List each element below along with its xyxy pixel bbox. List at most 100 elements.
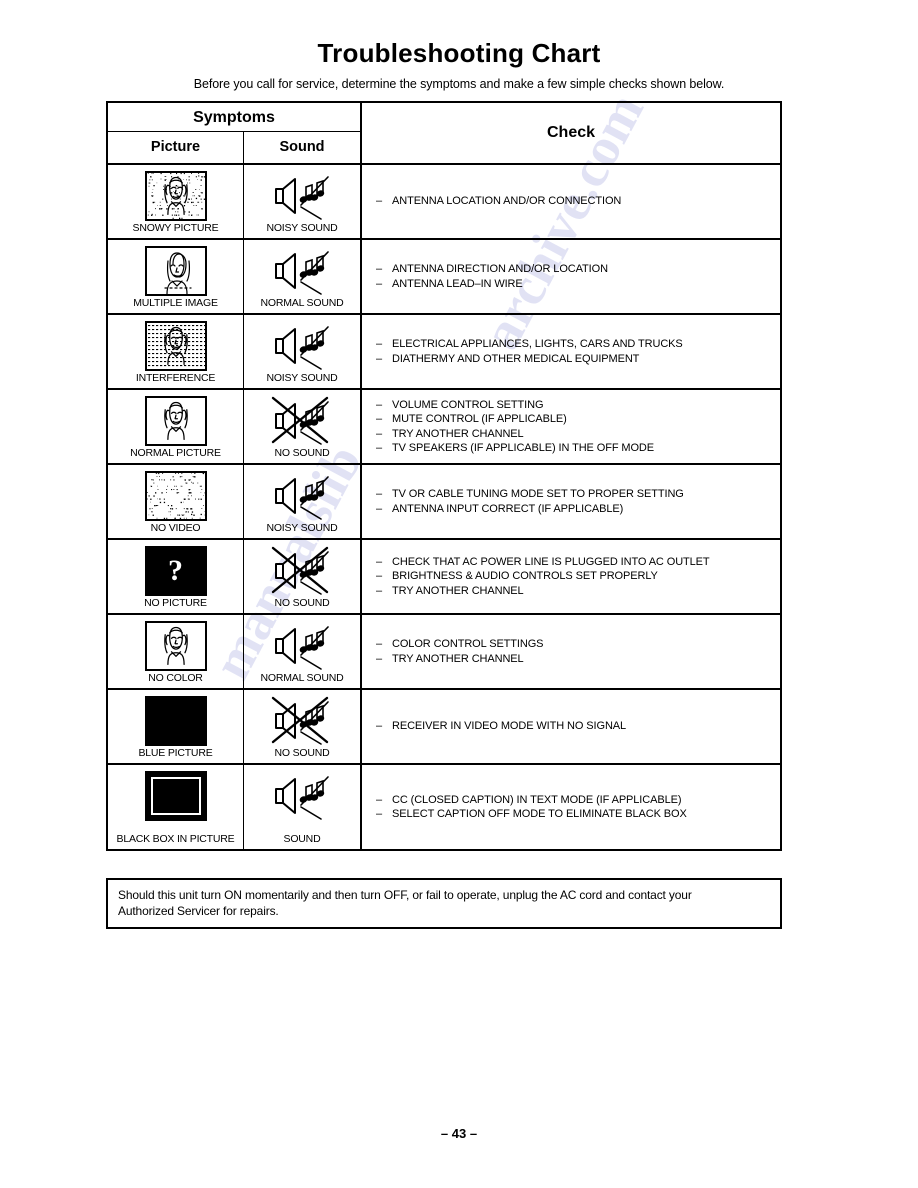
sound-symptom-label: NORMAL SOUND (260, 672, 344, 684)
check-item-text: ELECTRICAL APPLIANCES, LIGHTS, CARS AND … (392, 338, 683, 350)
bullet-dash-icon: – (376, 277, 383, 290)
check-item-text: BRIGHTNESS & AUDIO CONTROLS SET PROPERLY (392, 570, 658, 583)
tv-question-mark-icon: ? (144, 546, 207, 596)
bullet-dash-icon: – (376, 413, 383, 425)
picture-symptom-label: MULTIPLE IMAGE (133, 297, 218, 309)
page-subtitle: Before you call for service, determine t… (193, 77, 725, 91)
sound-symptom-label: NOISY SOUND (266, 222, 338, 234)
check-item-text: ANTENNA LOCATION AND/OR CONNECTION (392, 195, 622, 208)
check-item: – DIATHERMY AND OTHER MEDICAL EQUIPMENT (376, 352, 780, 367)
document-page: archive.com manualslib Troubleshooting C… (0, 0, 918, 1188)
page-number: – 43 – (440, 1126, 478, 1141)
table-row: SNOWY PICTURE NOISY SOUND – ANTENNA LOCATIO… (108, 163, 780, 238)
picture-symptom-label: BLACK BOX IN PICTURE (116, 833, 235, 845)
bullet-dash-icon: – (376, 502, 383, 515)
check-item: – SELECT CAPTION OFF MODE TO ELIMINATE BL… (376, 807, 780, 822)
picture-symptom-label: NO PICTURE (144, 597, 207, 609)
tv-blank-screen-icon (144, 696, 207, 746)
check-item-text: TRY ANOTHER CHANNEL (392, 652, 524, 665)
bullet-dash-icon: – (376, 652, 383, 665)
bullet-dash-icon: – (376, 442, 383, 454)
check-cell: – TV OR CABLE TUNING MODE SET TO PROPER S… (362, 465, 780, 538)
bullet-dash-icon: – (376, 793, 383, 806)
check-item-text: RECEIVER IN VIDEO MODE WITH NO SIGNAL (392, 720, 627, 733)
check-item-text: COLOR CONTROL SETTINGS (392, 638, 544, 650)
bullet-dash-icon: – (376, 338, 383, 350)
check-item-text: ANTENNA DIRECTION AND/OR LOCATION (392, 263, 608, 275)
check-item: – TRY ANOTHER CHANNEL (376, 427, 780, 442)
bullet-dash-icon: – (376, 488, 383, 500)
sound-cell: NORMAL SOUND (244, 240, 362, 313)
table-row: NORMAL PICTURE NO SOUND – VOLUME CONTROL SE… (108, 388, 780, 463)
speaker-normal-icon (265, 246, 339, 296)
check-item: – ANTENNA INPUT CORRECT (IF APPLICABLE) (376, 502, 780, 517)
picture-symptom-label: SNOWY PICTURE (132, 222, 219, 234)
sound-symptom-label: SOUND (283, 833, 321, 845)
symptoms-header: Symptoms (108, 103, 360, 132)
table-header: Symptoms Picture Sound Check (108, 103, 780, 163)
picture-symptom-label: NO VIDEO (150, 522, 201, 534)
service-note-line-2: Authorized Servicer for repairs. (118, 904, 279, 918)
picture-cell: BLUE PICTURE (108, 690, 244, 763)
picture-symptom-label: BLUE PICTURE (138, 747, 213, 759)
tv-ghost-face-icon (144, 246, 207, 296)
bullet-dash-icon: – (376, 638, 383, 650)
speaker-normal-icon (265, 621, 339, 671)
picture-cell: NO VIDEO (108, 465, 244, 538)
check-item-text: TRY ANOTHER CHANNEL (392, 584, 524, 597)
check-item: – MUTE CONTROL (IF APPLICABLE) (376, 412, 780, 427)
speaker-muted-icon (265, 546, 339, 596)
check-item-text: CC (CLOSED CAPTION) IN TEXT MODE (IF APP… (392, 793, 682, 806)
check-item-text: DIATHERMY AND OTHER MEDICAL EQUIPMENT (392, 352, 640, 365)
picture-cell: NO COLOR (108, 615, 244, 688)
tv-normal-face-icon (144, 396, 207, 446)
sound-column-header: Sound (279, 139, 325, 155)
check-item-text: TV SPEAKERS (IF APPLICABLE) IN THE OFF M… (392, 442, 654, 454)
speaker-normal-icon (265, 771, 339, 821)
check-item: – RECEIVER IN VIDEO MODE WITH NO SIGNAL (376, 719, 780, 734)
check-item: – ELECTRICAL APPLIANCES, LIGHTS, CARS AND… (376, 337, 780, 352)
sound-symptom-label: NO SOUND (274, 597, 330, 609)
check-cell: – ELECTRICAL APPLIANCES, LIGHTS, CARS AND… (362, 315, 780, 388)
check-item-text: VOLUME CONTROL SETTING (392, 398, 544, 411)
check-item: – ANTENNA LOCATION AND/OR CONNECTION (376, 194, 780, 209)
speaker-noisy-icon (265, 471, 339, 521)
check-item: – COLOR CONTROL SETTINGS (376, 637, 780, 652)
check-cell: – VOLUME CONTROL SETTING – MUTE CONTROL (IF… (362, 390, 780, 463)
sound-cell: NORMAL SOUND (244, 615, 362, 688)
bullet-dash-icon: – (376, 195, 383, 208)
check-item: – BRIGHTNESS & AUDIO CONTROLS SET PROPERL… (376, 569, 780, 584)
table-row: ? NO PICTURE NO SOUND – CHECK THAT AC POWER … (108, 538, 780, 613)
tv-no-video-icon (144, 471, 207, 521)
check-column-header: Check (546, 124, 596, 141)
sound-symptom-label: NOISY SOUND (266, 522, 338, 534)
tv-black-box-icon (144, 771, 207, 821)
check-item: – CHECK THAT AC POWER LINE IS PLUGGED INT… (376, 555, 780, 570)
sound-symptom-label: NOISY SOUND (266, 372, 338, 384)
service-note: Should this unit turn ON momentarily and… (106, 878, 782, 929)
bullet-dash-icon: – (376, 808, 383, 820)
check-item-text: ANTENNA LEAD–IN WIRE (392, 277, 523, 290)
table-row: NO COLOR NORMAL SOUND – COLOR CONTROL SETTI… (108, 613, 780, 688)
sound-cell: NO SOUND (244, 390, 362, 463)
table-row: BLACK BOX IN PICTURE SOUND – CC (CLOSED CAP… (108, 763, 780, 849)
check-item-text: SELECT CAPTION OFF MODE TO ELIMINATE BLA… (392, 808, 687, 820)
bullet-dash-icon: – (376, 584, 383, 597)
picture-cell: NORMAL PICTURE (108, 390, 244, 463)
sound-symptom-label: NO SOUND (274, 447, 330, 459)
picture-symptom-label: INTERFERENCE (135, 372, 216, 384)
picture-cell: INTERFERENCE (108, 315, 244, 388)
check-item-text: MUTE CONTROL (IF APPLICABLE) (392, 413, 567, 425)
check-cell: – ANTENNA DIRECTION AND/OR LOCATION – ANTEN… (362, 240, 780, 313)
picture-cell: BLACK BOX IN PICTURE (108, 765, 244, 849)
check-item-text: TV OR CABLE TUNING MODE SET TO PROPER SE… (392, 488, 684, 500)
check-item-text: TRY ANOTHER CHANNEL (392, 427, 524, 440)
check-cell: – CC (CLOSED CAPTION) IN TEXT MODE (IF AP… (362, 765, 780, 849)
sound-symptom-label: NO SOUND (274, 747, 330, 759)
tv-snowy-face-icon (144, 171, 207, 221)
bullet-dash-icon: – (376, 427, 383, 440)
check-item: – TV OR CABLE TUNING MODE SET TO PROPER S… (376, 487, 780, 502)
bullet-dash-icon: – (376, 720, 383, 733)
check-item: – TV SPEAKERS (IF APPLICABLE) IN THE OFF … (376, 441, 780, 456)
bullet-dash-icon: – (376, 570, 383, 583)
